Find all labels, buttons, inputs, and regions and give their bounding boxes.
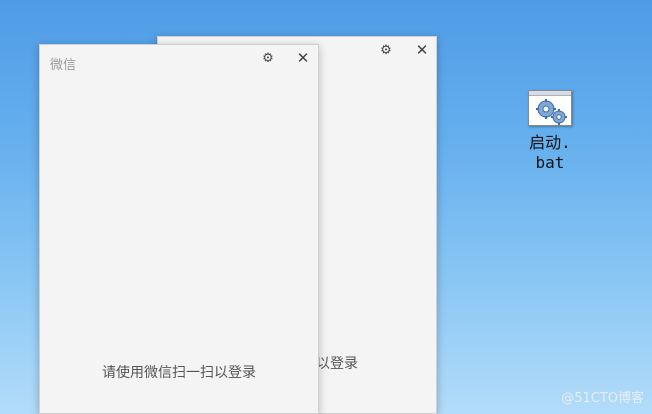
desktop-shortcut-start-bat[interactable]: 启动. bat [518, 90, 582, 173]
settings-gear-icon[interactable]: ⚙ [375, 39, 397, 61]
close-button[interactable]: ✕ [411, 39, 433, 61]
watermark: @51CTO博客 [561, 391, 644, 406]
settings-gear-icon[interactable]: ⚙ [257, 47, 279, 69]
wechat-window-front[interactable]: 微信 ⚙ ✕ 请使用微信扫一扫以登录 [39, 44, 319, 414]
shortcut-label-line2: bat [535, 153, 565, 172]
shortcut-label-line1: 启动. [529, 133, 571, 152]
close-button[interactable]: ✕ [292, 47, 314, 69]
batch-file-icon [528, 90, 572, 126]
window-title: 微信 [50, 58, 77, 73]
login-prompt: 请使用微信扫一扫以登录 [102, 365, 256, 381]
shortcut-label: 启动. bat [529, 133, 571, 173]
